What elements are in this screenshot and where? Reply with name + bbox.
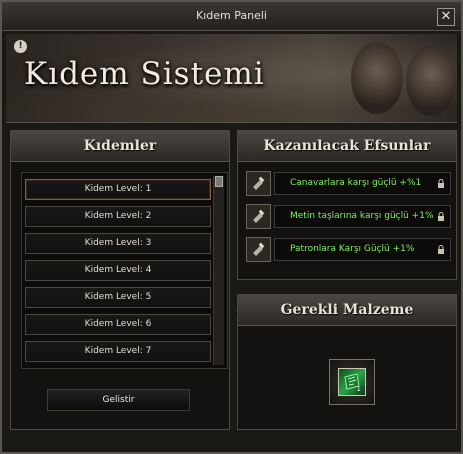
- bonus-row: Metin taşlarına karşı güçlü +1%: [246, 204, 451, 229]
- bonus-text: Metin taşlarına karşı güçlü +1%: [290, 211, 434, 221]
- warrior-figure-left: [351, 42, 403, 114]
- lock-icon: [438, 245, 444, 254]
- lock-icon: [438, 179, 444, 188]
- seniority-heading: Kıdemler: [11, 131, 229, 162]
- warrior-figure-right: [406, 46, 456, 116]
- bonus-bar: Patronlara Karşı Güçlü +1%: [274, 238, 451, 261]
- bonus-bar: Canavarlara karşı güçlü +%1: [274, 172, 451, 195]
- bonus-text: Patronlara Karşı Güçlü +1%: [290, 244, 415, 254]
- bonus-row: Canavarlara karşı güçlü +%1: [246, 171, 451, 196]
- info-icon[interactable]: !: [14, 40, 27, 53]
- list-item-level-7[interactable]: Kidem Level: 7: [25, 341, 211, 362]
- bonus-row: Patronlara Karşı Güçlü +1%: [246, 237, 451, 262]
- bonus-text: Canavarlara karşı güçlü +%1: [290, 178, 422, 188]
- banner-title: Kıdem Sistemi: [24, 56, 265, 92]
- close-icon: ✕: [440, 9, 452, 24]
- list-item-level-6[interactable]: Kidem Level: 6: [25, 314, 211, 335]
- list-item-level-3[interactable]: Kidem Level: 3: [25, 233, 211, 254]
- material-slot[interactable]: 1: [329, 359, 375, 405]
- banner: Kıdem Sistemi: [6, 34, 457, 123]
- list-item-level-5[interactable]: Kidem Level: 5: [25, 287, 211, 308]
- window-title: Kıdem Paneli: [196, 9, 267, 22]
- close-button[interactable]: ✕: [437, 8, 455, 26]
- level-list-scrollbar[interactable]: [213, 176, 224, 365]
- bonus-panel: Kazanılacak Efsunlar Canavarlara karşı g…: [237, 130, 457, 280]
- title-bar[interactable]: Kıdem Paneli ✕: [2, 2, 461, 31]
- bonus-icon: [246, 237, 271, 262]
- list-item-level-1[interactable]: Kidem Level: 1: [25, 179, 211, 200]
- list-item-level-2[interactable]: Kidem Level: 2: [25, 206, 211, 227]
- lock-icon: [438, 212, 444, 221]
- scrollbar-thumb[interactable]: [215, 176, 223, 187]
- bonus-icon: [246, 204, 271, 229]
- list-item-level-4[interactable]: Kidem Level: 4: [25, 260, 211, 281]
- bonus-bar: Metin taşlarına karşı güçlü +1%: [274, 205, 451, 228]
- kidem-panel-window: Kıdem Paneli ✕ Kıdem Sistemi ! Kıdemler …: [0, 0, 463, 454]
- level-list: Kidem Level: 1 Kidem Level: 2 Kidem Leve…: [21, 172, 228, 369]
- bonus-heading: Kazanılacak Efsunlar: [238, 131, 456, 162]
- develop-button[interactable]: Gelistir: [47, 389, 190, 411]
- green-scroll-icon[interactable]: 1: [338, 368, 366, 396]
- item-quantity: 1: [356, 385, 361, 393]
- material-panel: Gerekli Malzeme 1: [237, 294, 457, 430]
- material-heading: Gerekli Malzeme: [238, 295, 456, 326]
- bonus-icon: [246, 171, 271, 196]
